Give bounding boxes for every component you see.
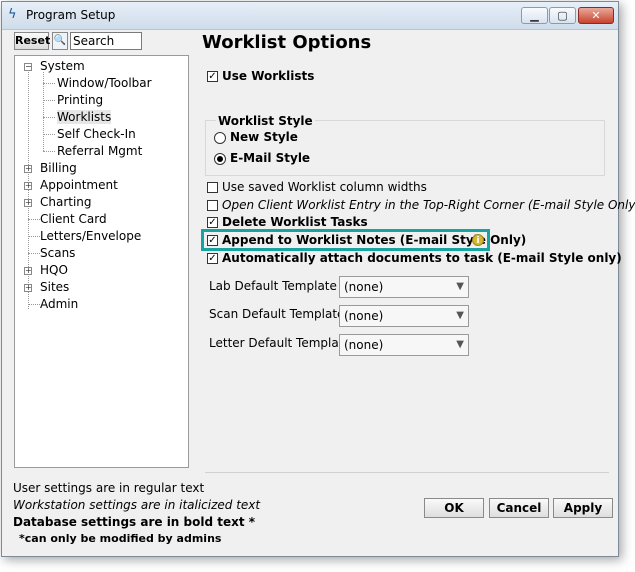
expand-icon[interactable]: + bbox=[24, 182, 32, 190]
delete-tasks-checkbox[interactable]: ✓ bbox=[207, 217, 218, 228]
tree-item-sites[interactable]: Sites bbox=[40, 280, 69, 294]
legend-user: User settings are in regular text bbox=[13, 481, 205, 495]
app-icon: ϟ bbox=[8, 7, 17, 22]
attach-documents-checkbox[interactable]: ✓ bbox=[207, 253, 218, 264]
tree-item-client-card[interactable]: Client Card bbox=[40, 212, 107, 226]
ok-button[interactable]: OK bbox=[424, 498, 484, 518]
attach-documents-label: Automatically attach documents to task (… bbox=[222, 251, 622, 265]
tree-item-admin[interactable]: Admin bbox=[40, 297, 78, 311]
tree-item-billing[interactable]: Billing bbox=[40, 161, 77, 175]
tree-item-charting[interactable]: Charting bbox=[40, 195, 92, 209]
chevron-down-icon: ▼ bbox=[456, 310, 464, 321]
new-style-radio[interactable] bbox=[214, 132, 226, 144]
tree-item-window-toolbar[interactable]: Window/Toolbar bbox=[57, 76, 152, 90]
legend-workstation: Workstation settings are in italicized t… bbox=[13, 498, 261, 512]
column-widths-label: Use saved Worklist column widths bbox=[222, 180, 427, 194]
close-button[interactable]: ✕ bbox=[578, 7, 614, 24]
tree-item-worklists[interactable]: Worklists bbox=[57, 110, 112, 124]
divider bbox=[205, 472, 609, 473]
letter-template-select[interactable]: (none) ▼ bbox=[339, 334, 469, 356]
tree-item-hqo[interactable]: HQO bbox=[40, 263, 68, 277]
collapse-icon[interactable]: − bbox=[24, 63, 32, 71]
search-input[interactable] bbox=[70, 32, 142, 50]
expand-icon[interactable]: + bbox=[24, 165, 32, 173]
title-bar: ϟ Program Setup ▁ ▢ ✕ bbox=[2, 2, 618, 30]
minimize-button[interactable]: ▁ bbox=[521, 7, 548, 24]
maximize-button[interactable]: ▢ bbox=[549, 7, 576, 24]
legend-admin-note: *can only be modified by admins bbox=[19, 532, 222, 545]
email-style-radio[interactable] bbox=[214, 153, 226, 165]
worklist-style-title: Worklist Style bbox=[216, 114, 315, 128]
letter-template-label: Letter Default Template bbox=[209, 336, 351, 350]
letter-template-value: (none) bbox=[344, 338, 384, 352]
search-icon[interactable]: 🔍 bbox=[52, 32, 68, 50]
lab-template-select[interactable]: (none) ▼ bbox=[339, 276, 469, 298]
delete-tasks-label: Delete Worklist Tasks bbox=[222, 215, 368, 229]
top-right-corner-checkbox[interactable] bbox=[207, 200, 218, 211]
use-worklists-checkbox[interactable]: ✓ bbox=[207, 71, 218, 82]
expand-icon[interactable]: + bbox=[24, 267, 32, 275]
new-style-label: New Style bbox=[230, 130, 298, 144]
expand-icon[interactable]: + bbox=[24, 284, 32, 292]
chevron-down-icon: ▼ bbox=[456, 281, 464, 292]
column-widths-checkbox[interactable] bbox=[207, 182, 218, 193]
top-right-corner-label: Open Client Worklist Entry in the Top-Ri… bbox=[222, 198, 635, 212]
tree-item-self-check-in[interactable]: Self Check-In bbox=[57, 127, 136, 141]
append-notes-checkbox[interactable]: ✓ bbox=[207, 235, 218, 246]
tree-item-referral-mgmt[interactable]: Referral Mgmt bbox=[57, 144, 142, 158]
tree-item-letters-envelope[interactable]: Letters/Envelope bbox=[40, 229, 141, 243]
tree-item-system[interactable]: System bbox=[40, 59, 85, 73]
lab-template-value: (none) bbox=[344, 280, 384, 294]
reset-button[interactable]: Reset bbox=[14, 32, 50, 50]
tree-item-printing[interactable]: Printing bbox=[57, 93, 103, 107]
email-style-label: E-Mail Style bbox=[230, 151, 311, 165]
tree-item-scans[interactable]: Scans bbox=[40, 246, 75, 260]
scan-template-label: Scan Default Template bbox=[209, 307, 345, 321]
page-title: Worklist Options bbox=[202, 32, 372, 53]
program-setup-window: ϟ Program Setup ▁ ▢ ✕ Reset 🔍 − System W… bbox=[1, 1, 635, 557]
lab-template-label: Lab Default Template bbox=[209, 279, 337, 293]
settings-tree[interactable]: − System Window/Toolbar Printing Worklis… bbox=[14, 55, 189, 468]
chevron-down-icon: ▼ bbox=[456, 339, 464, 350]
window-title: Program Setup bbox=[26, 8, 116, 22]
expand-icon[interactable]: + bbox=[24, 199, 32, 207]
worklist-style-group bbox=[205, 120, 605, 176]
apply-button[interactable]: Apply bbox=[553, 498, 613, 518]
info-icon[interactable]: i bbox=[472, 234, 484, 246]
tree-item-appointment[interactable]: Appointment bbox=[40, 178, 118, 192]
scan-template-select[interactable]: (none) ▼ bbox=[339, 305, 469, 327]
cancel-button[interactable]: Cancel bbox=[489, 498, 549, 518]
legend-database: Database settings are in bold text * bbox=[13, 515, 256, 529]
use-worklists-label: Use Worklists bbox=[222, 69, 315, 83]
scan-template-value: (none) bbox=[344, 309, 384, 323]
